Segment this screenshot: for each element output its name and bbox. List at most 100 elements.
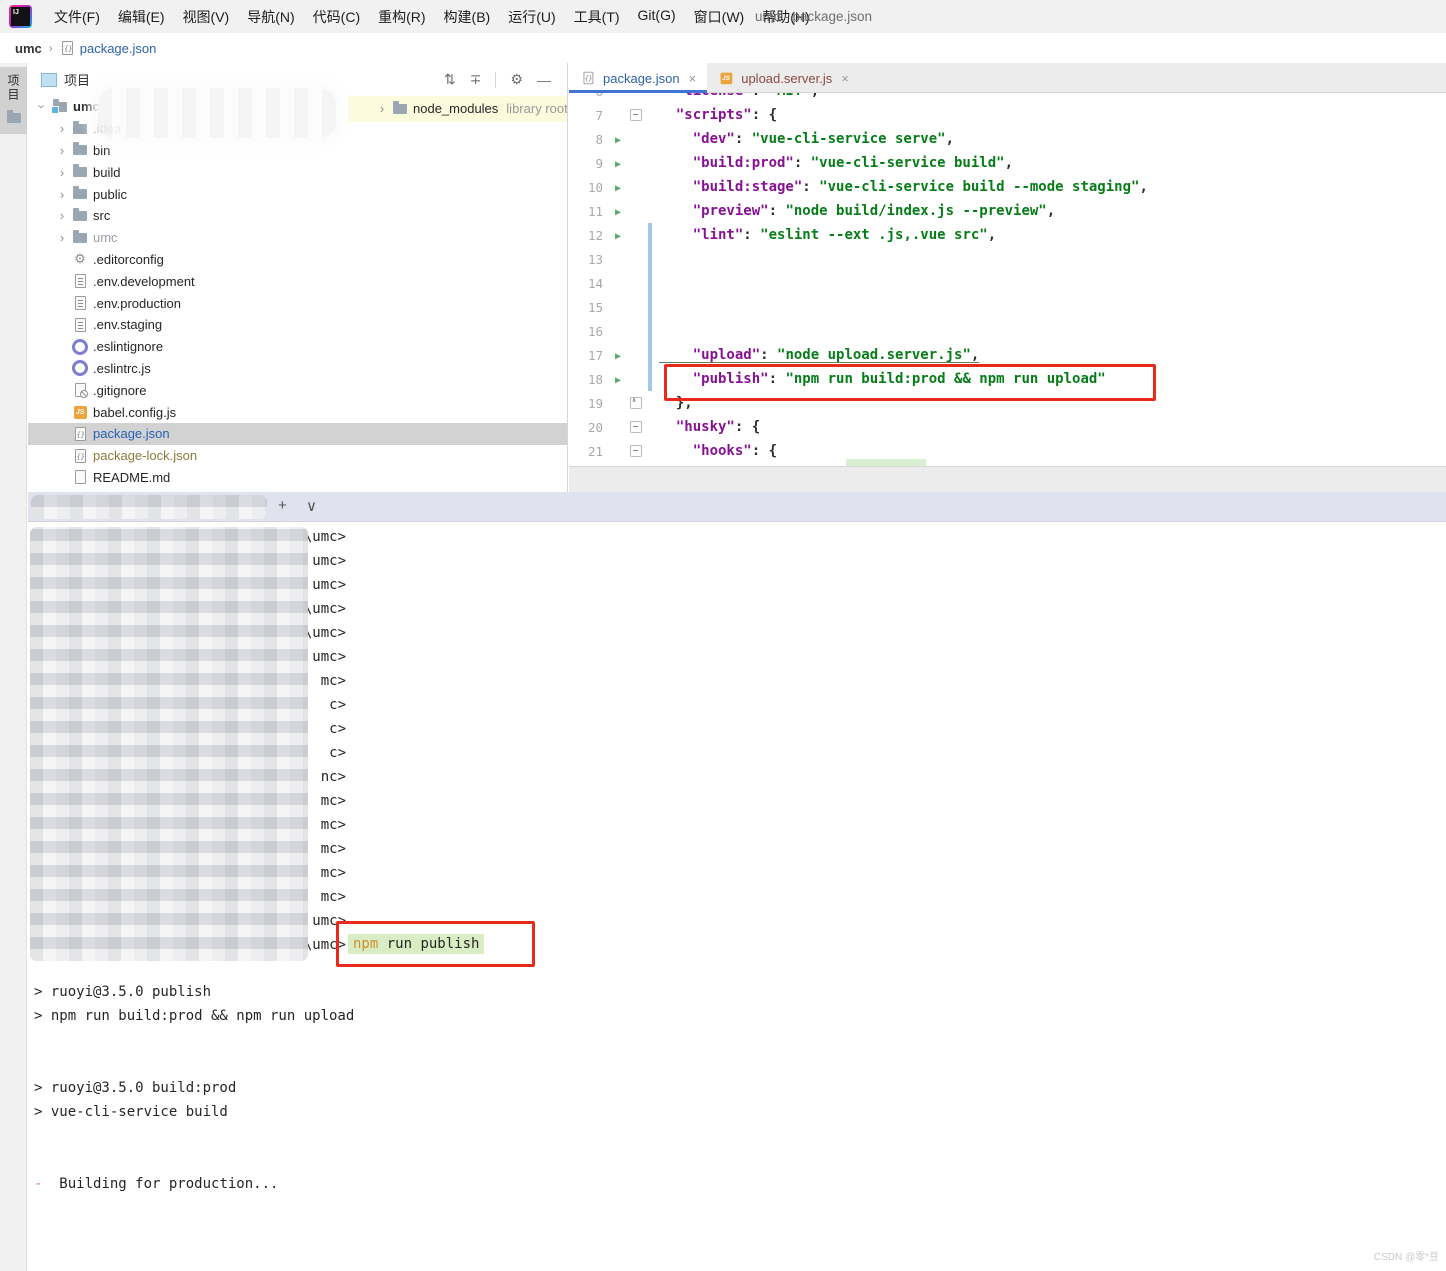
menu-item[interactable]: 文件(F)	[45, 7, 109, 27]
line-number: 7	[569, 108, 609, 123]
code-token: :	[743, 227, 760, 243]
settings-gear-icon[interactable]: ⚙	[510, 71, 523, 88]
menu-item[interactable]: 编辑(E)	[109, 7, 174, 27]
gutter-change-bar	[645, 223, 657, 247]
tree-item--env-staging[interactable]: .env.staging	[28, 314, 567, 336]
run-script-icon[interactable]: ▶	[615, 159, 621, 170]
tree-item-public[interactable]: ›public	[28, 183, 567, 205]
code-token: ,	[946, 131, 954, 147]
tree-item-package-json[interactable]: package.json	[28, 423, 567, 445]
breadcrumb-file[interactable]: package.json	[80, 41, 157, 56]
chevron-right-icon[interactable]: ›	[52, 143, 72, 158]
chevron-right-icon[interactable]: ›	[52, 208, 72, 223]
code-token: : {	[752, 443, 777, 459]
menu-item[interactable]: 构建(B)	[435, 7, 500, 27]
chevron-right-icon[interactable]: ›	[372, 101, 392, 116]
menu-item[interactable]: 代码(C)	[304, 7, 369, 27]
locate-file-icon[interactable]: ⇅	[444, 71, 456, 88]
terminal-dropdown-icon[interactable]: ∨	[306, 497, 317, 515]
gutter-fold	[627, 445, 645, 457]
tree-item--eslintrc-js[interactable]: .eslintrc.js	[28, 358, 567, 380]
tree-item--eslintignore[interactable]: .eslintignore	[28, 336, 567, 358]
code-line-19: 19 },	[569, 391, 1446, 415]
changed-line-highlight	[846, 459, 926, 466]
menu-item[interactable]: 运行(U)	[499, 7, 564, 27]
run-script-icon[interactable]: ▶	[615, 231, 621, 242]
terminal[interactable]: \umc>umc>umc>\umc>\umc>umc>mc>c>c>c>nc>m…	[28, 522, 1446, 1271]
menu-item[interactable]: 窗口(W)	[685, 7, 754, 27]
tree-item-label: umc	[93, 230, 118, 245]
tree-item-bin[interactable]: ›bin	[28, 140, 567, 162]
gutter-change-bar	[645, 93, 657, 103]
code-token: :	[760, 347, 777, 363]
breadcrumb-separator-icon: ›	[49, 41, 53, 55]
tree-item-package-lock-json[interactable]: package-lock.json	[28, 445, 567, 467]
tree-item-readme-md[interactable]: README.md	[28, 467, 567, 489]
tree-item--env-development[interactable]: .env.development	[28, 270, 567, 292]
menu-item[interactable]: 导航(N)	[238, 7, 303, 27]
tree-item--editorconfig[interactable]: .editorconfig	[28, 249, 567, 271]
project-tool-window-button[interactable]: 项目	[0, 67, 27, 134]
run-script-icon[interactable]: ▶	[615, 207, 621, 218]
line-number: 11	[569, 204, 609, 219]
terminal-paths-censored	[30, 527, 308, 961]
text-icon	[72, 295, 88, 311]
close-icon[interactable]: ×	[689, 71, 697, 86]
fold-icon[interactable]	[630, 397, 642, 409]
toolbar-separator	[495, 72, 496, 88]
tree-item-src[interactable]: ›src	[28, 205, 567, 227]
gutter-change-bar	[645, 439, 657, 463]
fold-icon[interactable]	[630, 109, 642, 121]
code-token: "hooks"	[659, 443, 752, 459]
tree-item--gitignore[interactable]: .gitignore	[28, 379, 567, 401]
tree-item-extra-label: library root	[506, 101, 567, 116]
code-token: "vue-cli-service serve"	[752, 131, 946, 147]
tree-item-umc[interactable]: › umc	[28, 227, 567, 249]
tab-upload-server-js[interactable]: upload.server.js×	[707, 63, 860, 93]
folder-icon	[72, 208, 88, 224]
gutter-run: ▶	[609, 371, 627, 387]
tree-item-build[interactable]: ›build	[28, 161, 567, 183]
collapse-all-icon[interactable]: ∓	[470, 71, 482, 88]
chevron-right-icon[interactable]: ›	[52, 187, 72, 202]
editor-tabs: package.json×upload.server.js×	[569, 63, 1446, 93]
code-text: "hooks": {	[657, 443, 777, 459]
fold-icon[interactable]	[630, 421, 642, 433]
terminal-output-line	[34, 1125, 1446, 1149]
gutter-change-bar	[645, 415, 657, 439]
tab-package-json[interactable]: package.json×	[569, 63, 707, 93]
code-area[interactable]: 6 "license": "MIT",7 "scripts": {8▶ "dev…	[569, 93, 1446, 466]
fold-icon[interactable]	[630, 445, 642, 457]
tree-item-node-modules[interactable]: ›node_moduleslibrary root	[348, 96, 568, 122]
menu-item[interactable]: 工具(T)	[565, 7, 629, 27]
line-number: 18	[569, 372, 609, 387]
close-icon[interactable]: ×	[841, 71, 849, 86]
run-script-icon[interactable]: ▶	[615, 135, 621, 146]
new-terminal-button[interactable]: +	[278, 497, 287, 514]
menu-item[interactable]: Git(G)	[629, 7, 685, 27]
chevron-right-icon[interactable]: ›	[52, 121, 72, 136]
terminal-output-line	[34, 1053, 1446, 1077]
menu-item[interactable]: 视图(V)	[174, 7, 239, 27]
chevron-right-icon[interactable]: ›	[52, 230, 72, 245]
menu-item[interactable]: 重构(R)	[369, 7, 434, 27]
terminal-output-line	[34, 1029, 1446, 1053]
gutter-run: ▶	[609, 227, 627, 243]
terminal-tab-censored[interactable]	[31, 495, 267, 519]
run-script-icon[interactable]: ▶	[615, 375, 621, 386]
hide-panel-icon[interactable]: —	[537, 72, 551, 88]
code-text: "build:stage": "vue-cli-service build --…	[657, 179, 1148, 195]
tree-item--env-production[interactable]: .env.production	[28, 292, 567, 314]
code-text: "dev": "vue-cli-service serve",	[657, 131, 954, 147]
chevron-down-icon[interactable]: ›	[35, 97, 50, 117]
code-token: "vue-cli-service build --mode staging"	[819, 179, 1139, 195]
code-text: "lint": "eslint --ext .js,.vue src",	[657, 227, 996, 243]
breadcrumb-project[interactable]: umc	[15, 41, 42, 56]
tree-item-label: package.json	[93, 426, 170, 441]
tree-item-babel-config-js[interactable]: babel.config.js	[28, 401, 567, 423]
editor[interactable]: package.json×upload.server.js× 6 "licens…	[569, 63, 1446, 466]
line-number: 15	[569, 300, 609, 315]
run-script-icon[interactable]: ▶	[615, 351, 621, 362]
run-script-icon[interactable]: ▶	[615, 183, 621, 194]
chevron-right-icon[interactable]: ›	[52, 165, 72, 180]
